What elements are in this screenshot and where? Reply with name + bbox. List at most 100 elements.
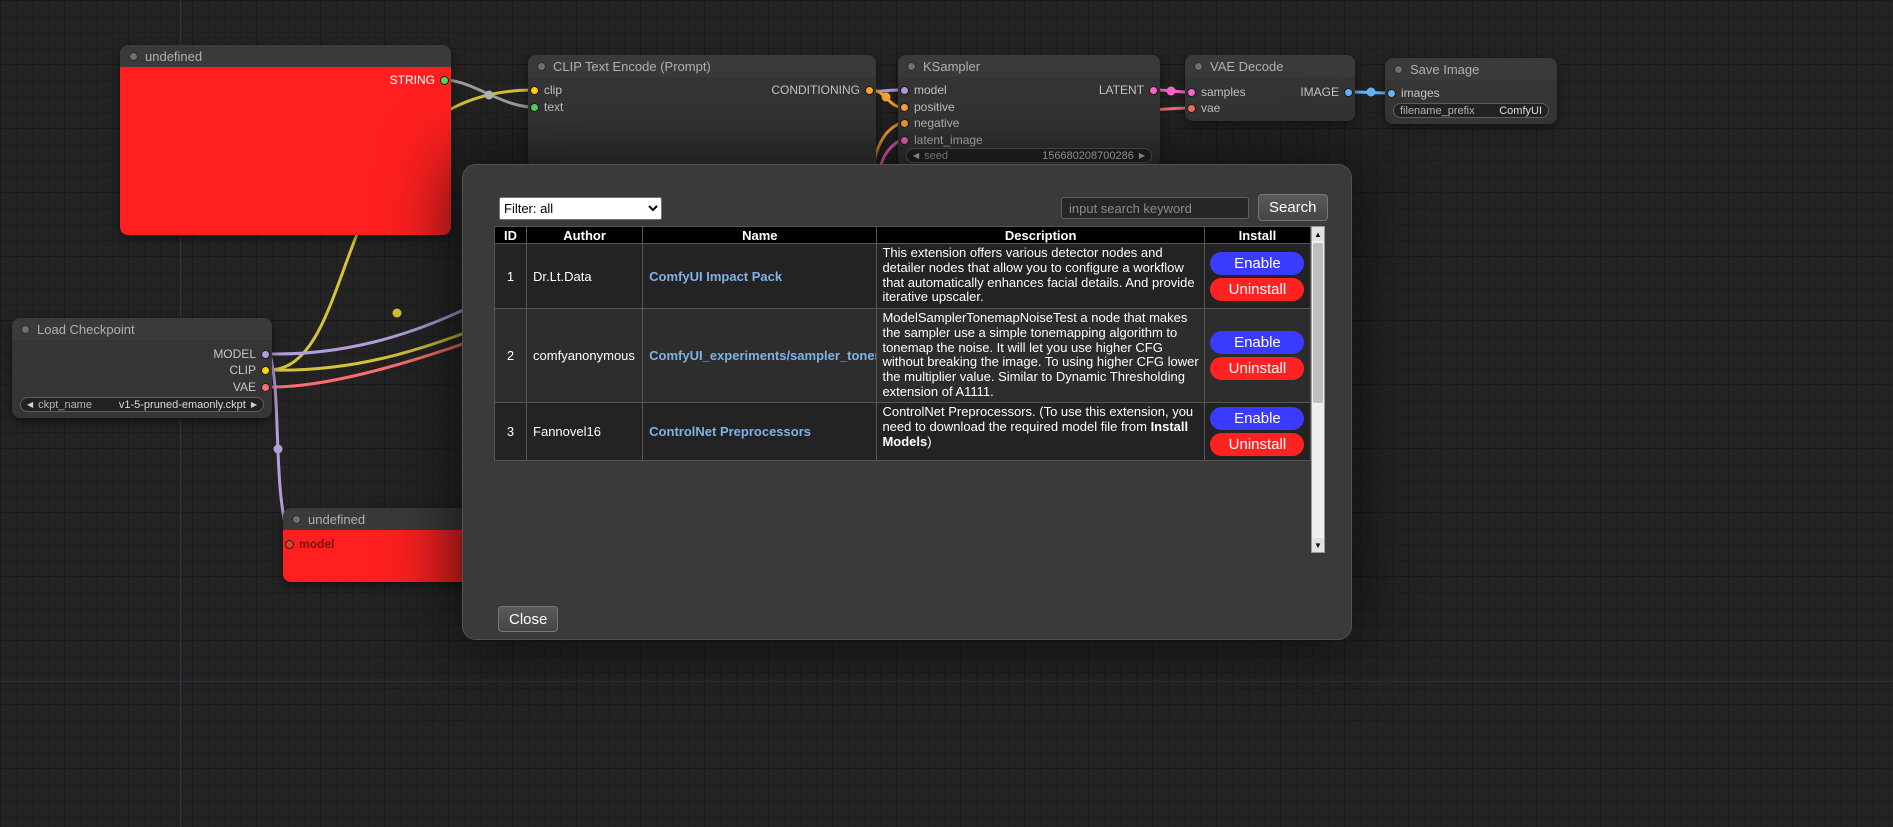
input-slot-positive[interactable]: positive xyxy=(900,101,955,113)
search-button[interactable]: Search xyxy=(1258,194,1328,221)
node-title: Save Image xyxy=(1410,62,1479,77)
model-input-dot-icon[interactable] xyxy=(285,540,294,549)
close-button[interactable]: Close xyxy=(498,606,558,632)
string-output-dot-icon[interactable] xyxy=(440,76,449,85)
node-vae-decode[interactable]: VAE Decode samples vae IMAGE xyxy=(1185,55,1355,121)
positive-input-dot-icon[interactable] xyxy=(900,103,909,112)
slot-label: images xyxy=(1401,86,1440,100)
canvas-axis-horizontal xyxy=(0,681,1893,682)
node-header[interactable]: CLIP Text Encode (Prompt) xyxy=(528,55,876,77)
node-save-image[interactable]: Save Image images filename_prefix ComfyU… xyxy=(1385,58,1557,124)
uninstall-button[interactable]: Uninstall xyxy=(1210,278,1304,301)
output-slot-clip[interactable]: CLIP xyxy=(229,364,270,376)
filter-select[interactable]: Filter: all xyxy=(499,197,662,220)
column-header: ID xyxy=(495,227,527,244)
output-slot-model[interactable]: MODEL xyxy=(213,348,270,360)
clip-input-dot-icon[interactable] xyxy=(530,86,539,95)
node-collapse-dot-icon[interactable] xyxy=(537,62,546,71)
input-slot-vae[interactable]: vae xyxy=(1187,102,1220,114)
slot-label: MODEL xyxy=(213,347,256,361)
seed-widget[interactable]: ◀ seed 156680208700286 ▶ xyxy=(906,148,1152,163)
output-slot-image[interactable]: IMAGE xyxy=(1300,86,1353,98)
install-cell: Enable Uninstall xyxy=(1204,402,1310,460)
wire-image-to-images xyxy=(1353,92,1388,93)
input-slot-clip[interactable]: clip xyxy=(530,84,562,96)
node-collapse-dot-icon[interactable] xyxy=(1194,62,1203,71)
node-header[interactable]: VAE Decode xyxy=(1185,55,1355,77)
vae-output-dot-icon[interactable] xyxy=(261,383,270,392)
image-output-dot-icon[interactable] xyxy=(1344,88,1353,97)
input-slot-samples[interactable]: samples xyxy=(1187,86,1246,98)
input-slot-latent-image[interactable]: latent_image xyxy=(900,134,983,146)
extension-name-link[interactable]: ControlNet Preprocessors xyxy=(649,424,811,439)
model-input-dot-icon[interactable] xyxy=(900,86,909,95)
node-collapse-dot-icon[interactable] xyxy=(21,325,30,334)
output-slot-conditioning[interactable]: CONDITIONING xyxy=(771,84,874,96)
table-body: 1Dr.Lt.DataComfyUI Impact PackThis exten… xyxy=(495,244,1311,461)
model-output-dot-icon[interactable] xyxy=(261,350,270,359)
column-header: Install xyxy=(1204,227,1310,244)
widget-label: ckpt_name xyxy=(38,399,92,411)
scroll-down-button[interactable]: ▼ xyxy=(1312,538,1324,552)
enable-button[interactable]: Enable xyxy=(1210,331,1304,354)
clip-output-dot-icon[interactable] xyxy=(261,366,270,375)
next-arrow-icon[interactable]: ▶ xyxy=(251,401,257,409)
node-ksampler[interactable]: KSampler model positive negative latent_… xyxy=(898,55,1160,167)
samples-input-dot-icon[interactable] xyxy=(1187,88,1196,97)
node-collapse-dot-icon[interactable] xyxy=(129,52,138,61)
node-graph-canvas[interactable]: undefined STRING CLIP Text Encode (Promp… xyxy=(0,0,1893,827)
author-cell: comfyanonymous xyxy=(527,309,643,403)
latent-output-dot-icon[interactable] xyxy=(1149,86,1158,95)
input-slot-text[interactable]: text xyxy=(530,101,563,113)
input-slot-images[interactable]: images xyxy=(1387,87,1440,99)
node-header[interactable]: Save Image xyxy=(1385,58,1557,80)
input-slot-model[interactable]: model xyxy=(285,538,334,550)
column-header: Author xyxy=(527,227,643,244)
node-header[interactable]: KSampler xyxy=(898,55,1160,77)
node-load-checkpoint[interactable]: Load Checkpoint MODEL CLIP VAE ◀ ckpt_na… xyxy=(12,318,272,418)
prev-arrow-icon[interactable]: ◀ xyxy=(27,401,33,409)
node-collapse-dot-icon[interactable] xyxy=(907,62,916,71)
table-header-row: IDAuthorNameDescriptionInstall xyxy=(495,227,1311,244)
filename-prefix-widget[interactable]: filename_prefix ComfyUI xyxy=(1393,103,1549,118)
enable-button[interactable]: Enable xyxy=(1210,407,1304,430)
search-input[interactable] xyxy=(1061,197,1249,219)
extension-name-link[interactable]: ComfyUI Impact Pack xyxy=(649,269,782,284)
decrement-arrow-icon[interactable]: ◀ xyxy=(913,152,919,160)
ckpt-name-widget[interactable]: ◀ ckpt_name v1-5-pruned-emaonly.ckpt ▶ xyxy=(20,397,264,412)
slot-label: IMAGE xyxy=(1300,85,1339,99)
enable-button[interactable]: Enable xyxy=(1210,252,1304,275)
input-slot-negative[interactable]: negative xyxy=(900,117,959,129)
extension-name-link[interactable]: ComfyUI_experiments/sampler_tonemap xyxy=(649,348,877,363)
input-slot-model[interactable]: model xyxy=(900,84,947,96)
node-undefined-top[interactable]: undefined STRING xyxy=(120,45,451,235)
node-error-body xyxy=(120,67,451,235)
scroll-up-button[interactable]: ▲ xyxy=(1312,227,1324,241)
output-slot-latent[interactable]: LATENT xyxy=(1099,84,1158,96)
output-slot-string[interactable]: STRING xyxy=(390,74,449,86)
text-input-dot-icon[interactable] xyxy=(530,103,539,112)
negative-input-dot-icon[interactable] xyxy=(900,119,909,128)
node-header[interactable]: Load Checkpoint xyxy=(12,318,272,340)
table-scrollbar[interactable]: ▲ ▼ xyxy=(1311,226,1325,553)
vae-input-dot-icon[interactable] xyxy=(1187,104,1196,113)
node-collapse-dot-icon[interactable] xyxy=(1394,65,1403,74)
widget-value: v1-5-pruned-emaonly.ckpt xyxy=(119,399,246,411)
slot-label: CONDITIONING xyxy=(771,83,860,97)
increment-arrow-icon[interactable]: ▶ xyxy=(1139,152,1145,160)
slot-label: latent_image xyxy=(914,133,983,147)
output-slot-vae[interactable]: VAE xyxy=(233,381,270,393)
node-collapse-dot-icon[interactable] xyxy=(292,515,301,524)
scrollbar-thumb[interactable] xyxy=(1313,243,1323,403)
latent-image-input-dot-icon[interactable] xyxy=(900,136,909,145)
uninstall-button[interactable]: Uninstall xyxy=(1210,433,1304,456)
node-clip-text-encode[interactable]: CLIP Text Encode (Prompt) clip text COND… xyxy=(528,55,876,167)
column-header: Name xyxy=(643,227,877,244)
slot-label: VAE xyxy=(233,380,256,394)
node-header[interactable]: undefined xyxy=(120,45,451,67)
node-title: undefined xyxy=(145,49,202,64)
extension-row: 2comfyanonymousComfyUI_experiments/sampl… xyxy=(495,309,1311,403)
images-input-dot-icon[interactable] xyxy=(1387,89,1396,98)
conditioning-output-dot-icon[interactable] xyxy=(865,86,874,95)
uninstall-button[interactable]: Uninstall xyxy=(1210,357,1304,380)
